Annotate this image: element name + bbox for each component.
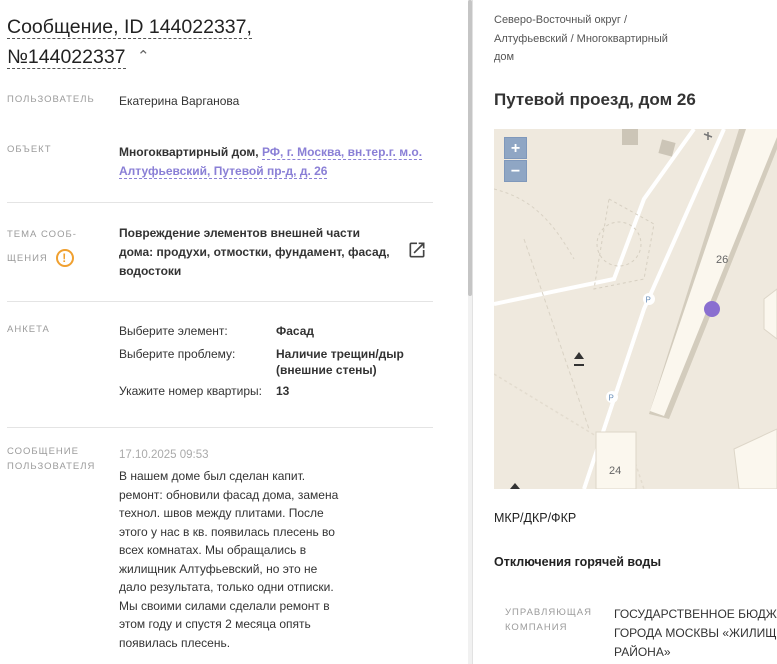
- message-line: всех комнатах. Мы обращались в: [119, 543, 307, 557]
- form-label: АНКЕТА: [7, 324, 50, 335]
- mkr-section-label[interactable]: МКР/ДКР/ФКР: [494, 511, 576, 525]
- form-answer-apartment-text: 13: [276, 384, 290, 398]
- form-question-problem: Выберите проблему:: [119, 347, 236, 361]
- form-question-apartment: Укажите номер квартиры:: [119, 384, 263, 398]
- message-text: В нашем доме был сделан капит. ремонт: о…: [119, 467, 355, 652]
- form-answer-problem: Наличие трещин/дыр (внешние стены): [276, 346, 404, 378]
- parking-label: P: [609, 394, 614, 403]
- map-canvas[interactable]: 26 24 P P: [494, 129, 777, 489]
- zoom-in-button[interactable]: +: [504, 137, 527, 159]
- user-value: Екатерина Варганова: [119, 94, 240, 108]
- message-label-line-2: ПОЛЬЗОВАТЕЛЯ: [7, 461, 96, 472]
- message-line: Мы своими силами сделали ремонт в: [119, 598, 330, 613]
- object-marker[interactable]: [704, 301, 720, 317]
- message-line: ремонт: обновили фасад дома, замена: [119, 487, 339, 502]
- message-line: дало результата, только одни отписки.: [119, 580, 334, 594]
- object-address-link-2[interactable]: Алтуфьевский, Путевой пр-д, д. 26: [119, 164, 328, 179]
- object-label: ОБЪЕКТ: [7, 144, 52, 155]
- building-24-label: 24: [609, 465, 621, 477]
- breadcrumb: Северо-Восточный округ / Алтуфьевский / …: [494, 11, 694, 67]
- message-label: СООБЩЕНИЕ ПОЛЬЗОВАТЕЛЯ: [7, 444, 95, 474]
- topic-label-line-1: ТЕМА СООБ-: [7, 229, 77, 240]
- address-title: Путевой проезд, дом 26: [494, 90, 696, 109]
- divider: [7, 427, 433, 428]
- form-answer-problem-line-1: Наличие трещин/дыр: [276, 347, 404, 361]
- topic-value-line-3: водостоки: [119, 264, 182, 278]
- company-value-line-1: ГОСУДАРСТВЕННОЕ БЮДЖЕ: [614, 607, 777, 621]
- breadcrumb-line-1[interactable]: Северо-Восточный округ /: [494, 11, 694, 30]
- company-value-line-2: ГОРОДА МОСКВЫ «ЖИЛИЩ: [614, 626, 777, 640]
- object-address-link[interactable]: РФ, г. Москва, вн.тер.г. м.о.: [261, 145, 423, 160]
- message-details-panel: Сообщение, ID 144022337, №144022337 ⌃ ПО…: [0, 0, 468, 664]
- map[interactable]: 26 24 P P + −: [494, 129, 777, 489]
- breadcrumb-line-2[interactable]: Алтуфьевский / Многоквартирный: [494, 30, 694, 49]
- collapse-chevron-icon[interactable]: ⌃: [137, 42, 150, 72]
- message-line: В нашем доме был сделан капит.: [119, 469, 306, 483]
- message-line: этого у нас в кв. появилась плесень во: [119, 524, 335, 539]
- building-26-label: 26: [716, 254, 728, 266]
- topic-value-line-1: Повреждение элементов внешней части: [119, 226, 360, 240]
- company-label-line-2: КОМПАНИЯ: [505, 622, 568, 633]
- company-value: ГОСУДАРСТВЕННОЕ БЮДЖЕ ГОРОДА МОСКВЫ «ЖИЛ…: [614, 605, 777, 662]
- company-value-line-3: РАЙОНА»: [614, 645, 671, 659]
- topic-label: ТЕМА СООБ- ЩЕНИЯ!: [7, 223, 77, 271]
- company-label-line-1: УПРАВЛЯЮЩАЯ: [505, 607, 592, 618]
- divider: [7, 301, 433, 302]
- object-value: Многоквартирный дом, РФ, г. Москва, вн.т…: [119, 143, 423, 181]
- hot-water-section-label[interactable]: Отключения горячей воды: [494, 555, 661, 569]
- form-answer-element-text: Фасад: [276, 324, 315, 338]
- message-line: этом году и спустя 2 месяца опять: [119, 617, 311, 631]
- topic-label-line-2: ЩЕНИЯ: [7, 253, 48, 264]
- form-answer-element: Фасад: [276, 323, 314, 339]
- form-question-element: Выберите элемент:: [119, 324, 228, 338]
- message-date: 17.10.2025 09:53: [119, 449, 209, 461]
- title-line-1: Сообщение, ID 144022337,: [7, 16, 252, 39]
- object-info-panel: Северо-Восточный округ / Алтуфьевский / …: [473, 0, 777, 664]
- message-line: жилищник Алтуфьевский, но это не: [119, 561, 318, 576]
- warning-icon[interactable]: !: [55, 249, 74, 268]
- topic-value-line-2: дома: продухи, отмостки, фундамент, фаса…: [119, 245, 390, 259]
- title-line-2: №144022337: [7, 46, 126, 69]
- page-title: Сообщение, ID 144022337, №144022337 ⌃: [7, 12, 252, 72]
- zoom-out-button[interactable]: −: [504, 160, 527, 182]
- message-line: появилась плесень.: [119, 635, 231, 650]
- topic-value: Повреждение элементов внешней части дома…: [119, 224, 390, 281]
- external-link-icon[interactable]: [407, 240, 427, 260]
- object-type: Многоквартирный дом,: [119, 145, 262, 159]
- company-label: УПРАВЛЯЮЩАЯ КОМПАНИЯ: [505, 605, 605, 635]
- zoom-controls: + −: [504, 137, 527, 182]
- message-line: технол. швов между плитами. После: [119, 506, 324, 520]
- parking-label: P: [646, 296, 651, 305]
- breadcrumb-line-3[interactable]: дом: [494, 48, 694, 67]
- form-answer-problem-line-2: (внешние стены): [276, 363, 377, 377]
- message-label-line-1: СООБЩЕНИЕ: [7, 446, 79, 457]
- form-answer-apartment: 13: [276, 383, 289, 399]
- divider: [7, 202, 433, 203]
- user-label: ПОЛЬЗОВАТЕЛЬ: [7, 94, 95, 105]
